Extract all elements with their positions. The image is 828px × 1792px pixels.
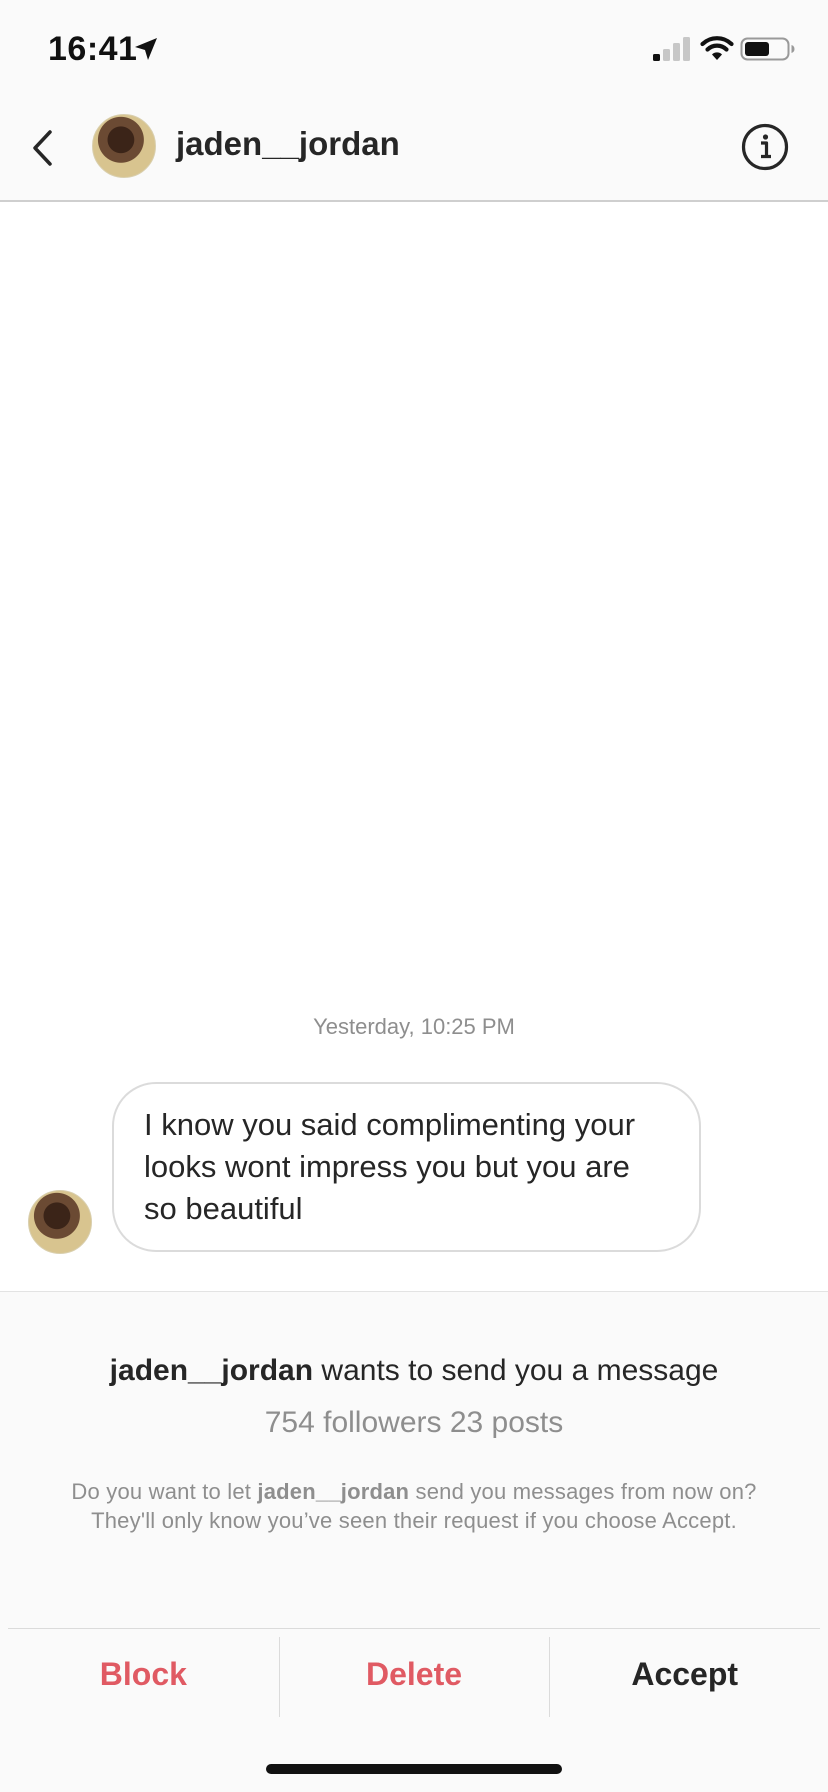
delete-button[interactable]: Delete [278,1629,550,1720]
cellular-signal-icon [653,37,690,61]
avatar[interactable] [92,114,156,178]
request-sender[interactable]: jaden__jordan [110,1354,313,1387]
message-timestamp: Yesterday, 10:25 PM [313,1014,515,1039]
direct-message-request-screen: 16:41 jaden__jordan Yesterday, 10:25 PM … [0,0,828,1792]
header-username[interactable]: jaden__jordan [176,125,400,163]
request-title-text: wants to send you a message [313,1354,719,1387]
request-stats: 754 followers 23 posts [264,1406,564,1439]
sender-avatar[interactable] [28,1190,92,1254]
wifi-icon [700,36,734,60]
chevron-left-icon[interactable] [26,124,66,172]
request-description: Do you want to let jaden__jordan send yo… [70,1478,758,1535]
info-icon[interactable] [740,122,790,172]
request-desc-sender: jaden__jordan [257,1479,410,1504]
home-indicator[interactable] [266,1764,562,1774]
request-desc-prefix: Do you want to let [71,1479,258,1504]
status-time: 16:41 [48,30,138,68]
chat-header: jaden__jordan [0,100,828,202]
battery-icon [740,37,795,61]
location-arrow-icon [135,38,157,60]
block-button[interactable]: Block [8,1629,279,1720]
accept-button[interactable]: Accept [549,1629,820,1720]
message-request-panel: jaden__jordan wants to send you a messag… [0,1291,828,1792]
request-actions: Block Delete Accept [8,1628,820,1720]
request-title: jaden__jordan wants to send you a messag… [0,1354,828,1388]
status-bar: 16:41 [0,0,828,100]
message-bubble[interactable]: I know you said complimenting your looks… [112,1082,701,1252]
